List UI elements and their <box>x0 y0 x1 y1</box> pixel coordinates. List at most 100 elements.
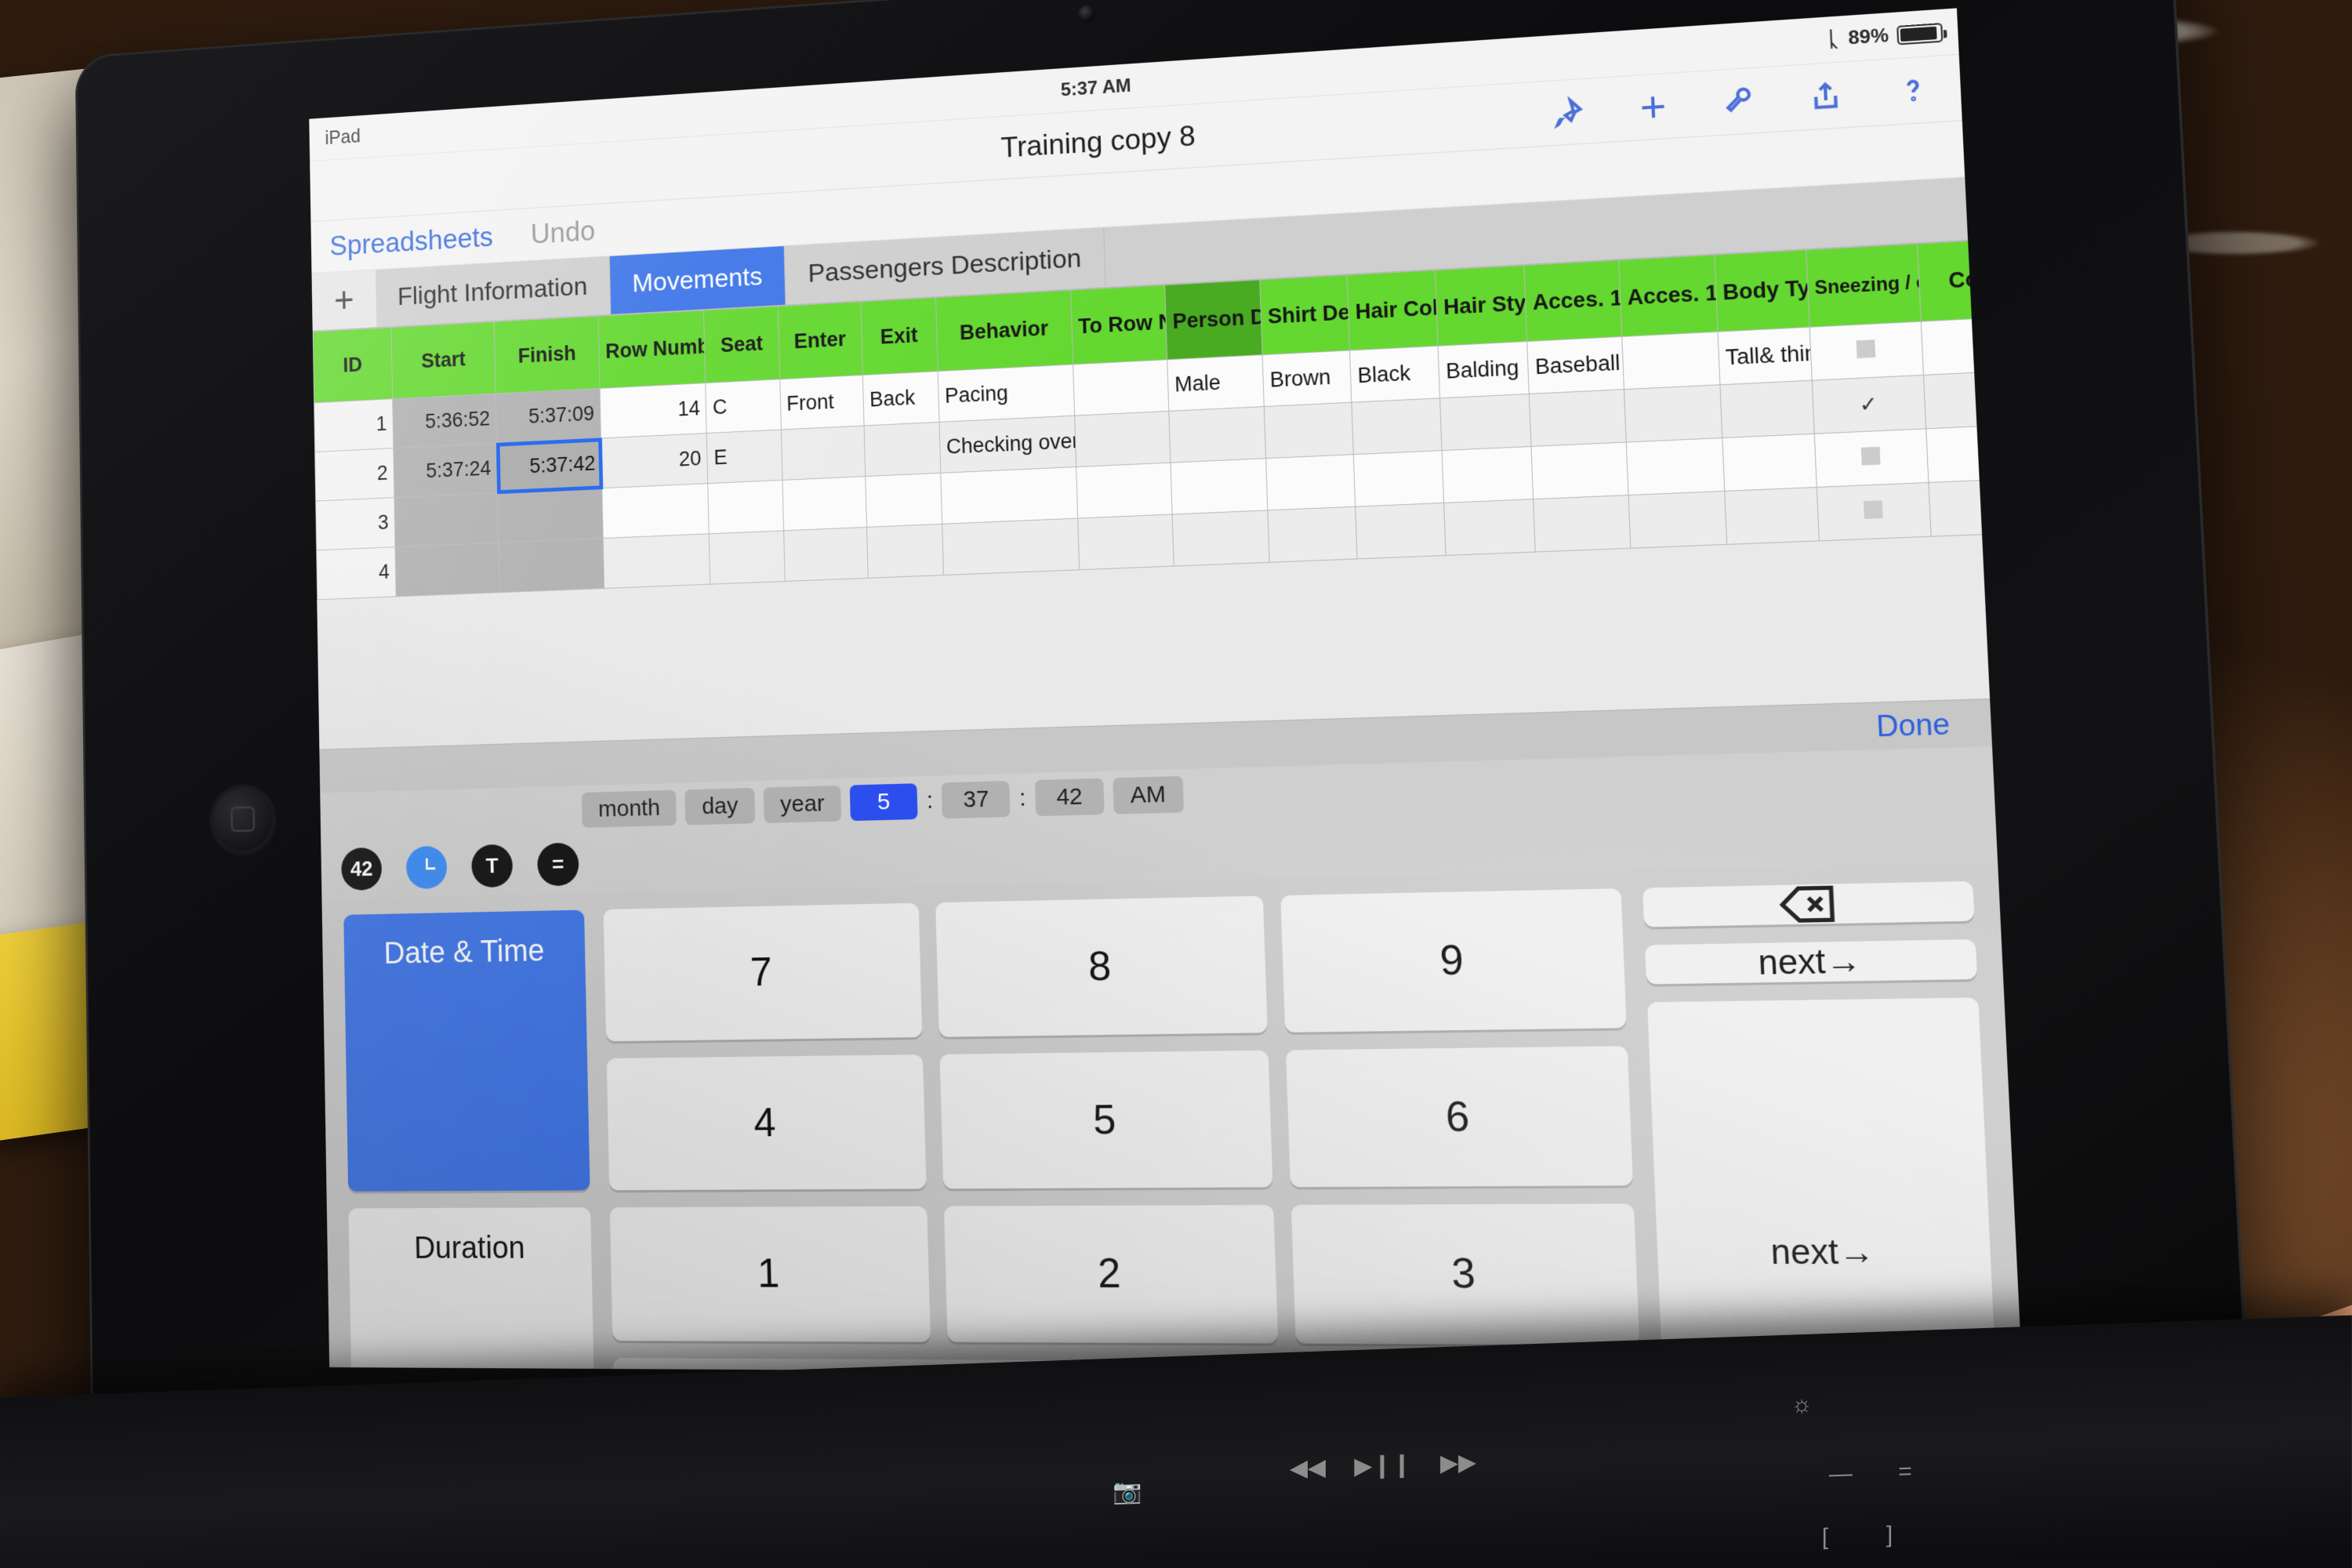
second-field[interactable]: 42 <box>1034 778 1105 817</box>
cell-sneezing-4[interactable] <box>1816 482 1931 541</box>
cell-shirt-desc-2[interactable] <box>1264 402 1354 459</box>
cell-acces-1a-2[interactable] <box>1529 389 1627 447</box>
cell-behavior-1[interactable]: Pacing <box>937 364 1075 423</box>
cell-acces-1b-1[interactable] <box>1621 332 1720 390</box>
key-screenshot[interactable]: 📷 <box>1105 1475 1149 1508</box>
cell-finish-1[interactable]: 5:37:09 <box>495 388 601 444</box>
cell-enter-2[interactable] <box>780 425 866 481</box>
column-header-shirt-desc[interactable]: Shirt Desc <box>1259 274 1350 355</box>
cell-person-desc-4[interactable] <box>1172 510 1270 567</box>
column-header-behavior[interactable]: Behavior <box>935 290 1073 372</box>
month-field[interactable]: month <box>581 789 677 828</box>
key-equals[interactable]: = <box>1883 1456 1927 1489</box>
cell-body-type-1[interactable]: Tall& thin <box>1717 327 1812 385</box>
column-header-row-number[interactable]: Row Number <box>598 310 706 389</box>
cell-row-number-2[interactable]: 20 <box>601 433 709 488</box>
cell-shirt-desc-4[interactable] <box>1267 506 1358 563</box>
cell-enter-4[interactable] <box>783 527 868 582</box>
cell-exit-2[interactable] <box>863 422 941 477</box>
cell-hair-color-4[interactable] <box>1355 503 1446 559</box>
cell-seat-4[interactable] <box>709 530 785 585</box>
cell-acces-1b-3[interactable] <box>1626 437 1725 495</box>
minute-field[interactable]: 37 <box>942 780 1011 819</box>
key-3[interactable]: 3 <box>1290 1203 1640 1345</box>
cell-acces-1a-4[interactable] <box>1533 495 1631 552</box>
cell-enter-1[interactable]: Front <box>779 375 864 430</box>
cell-shirt-desc-3[interactable] <box>1265 454 1356 510</box>
key-9[interactable]: 9 <box>1280 888 1627 1033</box>
cell-sneezing-2[interactable]: ✓ <box>1811 375 1926 434</box>
cell-seat-2[interactable]: E <box>706 430 782 484</box>
cell-shirt-desc-1[interactable]: Brown <box>1262 350 1352 407</box>
column-header-to-row-no[interactable]: To Row No <box>1070 285 1167 365</box>
next-key-secondary[interactable]: next→ <box>1647 997 2003 1377</box>
spreadsheet-area[interactable]: ID Start Finish Row Number Seat Enter Ex… <box>312 240 1991 750</box>
cell-exit-3[interactable] <box>865 473 942 528</box>
row-header-2[interactable]: 2 <box>314 448 394 502</box>
cell-start-1[interactable]: 5:36:52 <box>392 394 497 448</box>
checkbox-checked-icon[interactable]: ✓ <box>1859 391 1878 416</box>
formula-format-button[interactable]: = <box>536 842 579 887</box>
key-minus[interactable]: — <box>1819 1457 1863 1490</box>
number-format-button[interactable]: 42 <box>341 847 383 891</box>
key-fastforward[interactable]: ▶▶ <box>1436 1446 1480 1479</box>
column-header-acces-1a[interactable]: Acces. 1 <box>1524 260 1622 342</box>
paintbrush-icon[interactable] <box>1549 93 1586 130</box>
cell-acces-1b-4[interactable] <box>1628 491 1727 549</box>
column-header-body-type[interactable]: Body Type <box>1714 249 1809 332</box>
key-8[interactable]: 8 <box>935 895 1268 1037</box>
cell-acces-1a-3[interactable] <box>1531 442 1628 499</box>
cell-hair-color-2[interactable] <box>1352 397 1443 455</box>
column-header-person-desc[interactable]: Person Desc <box>1164 279 1263 360</box>
column-header-hair-style[interactable]: Hair Style <box>1435 265 1528 347</box>
text-format-button[interactable]: T <box>471 844 514 888</box>
backspace-key[interactable] <box>1642 880 1975 927</box>
column-header-id[interactable]: ID <box>313 327 393 403</box>
key-bracket-right[interactable]: ] <box>1867 1519 1911 1552</box>
cell-to-row-no-2[interactable] <box>1074 411 1171 467</box>
key-1[interactable]: 1 <box>609 1206 931 1342</box>
column-header-enter[interactable]: Enter <box>778 301 863 379</box>
key-brightness[interactable]: ☼ <box>1780 1388 1824 1421</box>
cell-behavior-4[interactable] <box>942 518 1080 575</box>
key-6[interactable]: 6 <box>1286 1045 1633 1188</box>
cell-finish-4[interactable] <box>499 538 604 593</box>
checkbox-unchecked-icon[interactable] <box>1864 500 1883 520</box>
cell-hair-color-1[interactable]: Black <box>1349 346 1440 403</box>
cell-row-number-1[interactable]: 14 <box>600 383 707 438</box>
tab-movements[interactable]: Movements <box>609 245 786 314</box>
cell-sneezing-1[interactable] <box>1809 321 1924 381</box>
date-and-time-mode-button[interactable]: Date & Time <box>343 909 590 1192</box>
column-header-hair-color[interactable]: Hair Color <box>1347 270 1439 350</box>
meridiem-field[interactable]: AM <box>1112 775 1184 815</box>
cell-row-number-4[interactable] <box>603 533 711 589</box>
row-header-4[interactable]: 4 <box>316 546 397 600</box>
checkbox-unchecked-icon[interactable] <box>1856 339 1876 359</box>
checkbox-unchecked-icon[interactable] <box>1860 446 1881 466</box>
cell-body-type-4[interactable] <box>1724 487 1819 545</box>
cell-body-type-3[interactable] <box>1722 434 1817 492</box>
cell-hair-style-3[interactable] <box>1442 446 1534 503</box>
cell-hair-style-1[interactable]: Balding <box>1438 341 1530 398</box>
cell-row-number-3[interactable] <box>602 483 710 539</box>
cell-finish-3[interactable] <box>497 488 604 543</box>
cell-start-2[interactable]: 5:37:24 <box>393 443 498 498</box>
cell-to-row-no-1[interactable] <box>1073 359 1169 416</box>
add-tab-button[interactable]: + <box>311 270 377 331</box>
cell-finish-2-selected[interactable]: 5:37:42 <box>495 437 604 494</box>
cell-hair-color-3[interactable] <box>1353 450 1444 507</box>
key-playpause[interactable]: ▶❙❙ <box>1354 1449 1411 1482</box>
cell-person-desc-3[interactable] <box>1170 458 1268 515</box>
cell-sneezing-3[interactable] <box>1813 428 1929 488</box>
undo-button[interactable]: Undo <box>531 215 596 250</box>
duration-mode-button[interactable]: Duration <box>348 1207 597 1377</box>
cell-to-row-no-4[interactable] <box>1077 514 1174 570</box>
cell-acces-1a-1[interactable]: Baseball c <box>1527 336 1624 394</box>
cell-acces-1b-2[interactable] <box>1624 384 1722 443</box>
plus-icon[interactable] <box>1635 88 1672 125</box>
key-7[interactable]: 7 <box>603 902 923 1041</box>
column-header-sneezing-coughing[interactable]: Sneezing / coughin <box>1806 243 1921 328</box>
key-5[interactable]: 5 <box>939 1050 1273 1189</box>
cell-hair-style-4[interactable] <box>1443 499 1536 556</box>
share-icon[interactable] <box>1806 77 1845 114</box>
